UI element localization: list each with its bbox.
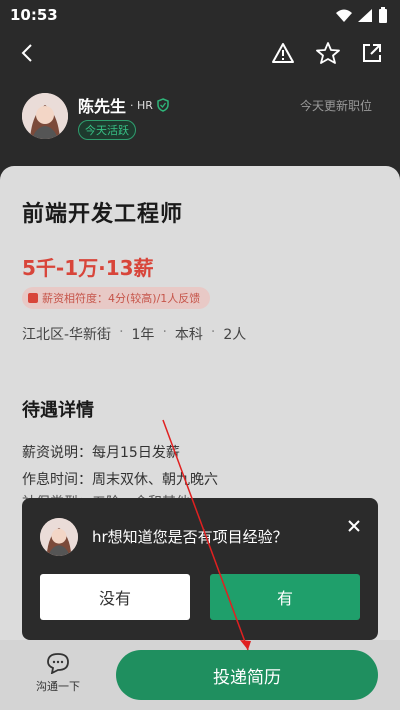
salary-fit-badge[interactable]: 薪资相符度：4分(较高)/1人反馈 [22, 287, 211, 309]
status-icons [336, 7, 388, 23]
yes-button[interactable]: 有 [210, 574, 360, 620]
active-badge: 今天活跃 [78, 120, 136, 140]
back-icon[interactable] [12, 38, 42, 68]
chat-bubble-icon [47, 653, 69, 674]
status-time: 10:53 [10, 6, 58, 24]
signal-icon [358, 8, 372, 22]
dialog-avatar [40, 518, 78, 556]
meta-separator: · [119, 324, 124, 340]
share-icon[interactable] [357, 38, 387, 68]
recruiter-name-row: 陈先生 · HR [78, 93, 169, 117]
meta-separator: · [162, 324, 167, 340]
battery-icon [379, 7, 387, 23]
benefits-title: 待遇详情 [22, 400, 94, 421]
chat-label: 沟通一下 [36, 680, 80, 693]
dialog-question: hr想知道您是否有项目经验？ [92, 528, 288, 546]
status-bar: 10:53 [0, 0, 400, 30]
star-icon[interactable] [313, 38, 343, 68]
job-experience: 1年 [131, 327, 155, 343]
meta-separator: · [210, 324, 216, 340]
job-education: 本科 [174, 327, 203, 343]
update-time: 今天更新职位 [299, 99, 372, 113]
avatar[interactable] [22, 93, 68, 139]
job-meta: 江北区-华新街 · 1年 · 本科 · 2人 [22, 324, 246, 344]
question-dialog: hr想知道您是否有项目经验？ 没有 有 [22, 498, 378, 640]
job-location: 江北区-华新街 [22, 327, 112, 343]
apply-button[interactable]: 投递简历 [116, 650, 378, 700]
wifi-icon [336, 9, 352, 22]
nav-bar [0, 34, 400, 74]
recruiter-role: · HR [130, 98, 153, 112]
no-button[interactable]: 没有 [40, 574, 190, 620]
benefit-row: 作息时间：周末双休、朝九晚六 [22, 472, 218, 488]
salary-fit-text: 薪资相符度：4分(较高)/1人反馈 [42, 292, 201, 305]
recruiter-name: 陈先生 [78, 97, 127, 116]
chat-button[interactable]: 沟通一下 [28, 652, 88, 702]
salary: 5千-1万·13薪 [22, 256, 154, 280]
recruiter-info[interactable]: 陈先生 · HR 今天活跃 今天更新职位 [22, 93, 382, 149]
comment-icon [28, 293, 38, 303]
verified-shield-icon [157, 98, 169, 112]
bottom-bar: 沟通一下 投递简历 [0, 640, 400, 710]
warning-icon[interactable] [268, 38, 298, 68]
close-icon[interactable] [344, 516, 364, 536]
job-headcount: 2人 [223, 327, 247, 343]
job-title: 前端开发工程师 [22, 202, 184, 227]
benefit-row: 薪资说明：每月15日发薪 [22, 445, 180, 461]
